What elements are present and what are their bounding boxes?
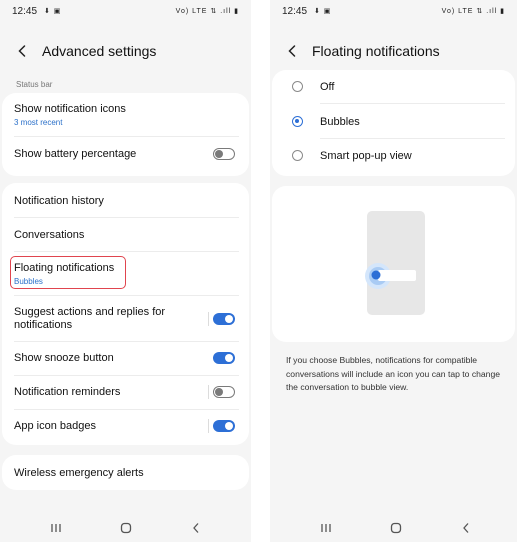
item-label: Notification history (14, 195, 104, 207)
status-system-icons: Vo) LTE ⇅ .ıll ▮ (441, 8, 505, 15)
divider (320, 138, 505, 139)
item-label-line1: Suggest actions and replies for (14, 306, 166, 318)
bubbles-description: If you choose Bubbles, notifications for… (286, 355, 501, 392)
separator-bar (208, 385, 209, 399)
radio-smart-popup[interactable] (292, 150, 303, 161)
app-header: Advanced settings (14, 40, 156, 62)
app-header: Floating notifications (284, 40, 440, 62)
navigation-bar (270, 520, 517, 536)
divider (14, 341, 239, 342)
back-arrow-icon[interactable] (284, 41, 300, 61)
advanced-settings-screen: 12:45 ⬇ ▣ Vo) LTE ⇅ .ıll ▮ Advanced sett… (0, 0, 251, 542)
wireless-emergency-alerts-item[interactable]: Wireless emergency alerts (14, 467, 237, 480)
option-bubbles[interactable]: Bubbles (320, 116, 503, 129)
status-notification-icons: ⬇ ▣ (44, 8, 62, 15)
option-off[interactable]: Off (320, 81, 503, 94)
item-label: Wireless emergency alerts (14, 467, 144, 479)
option-label: Off (320, 81, 335, 93)
page-title: Floating notifications (312, 43, 440, 59)
recents-icon[interactable] (46, 520, 66, 536)
divider (14, 375, 239, 376)
item-label: Show notification icons (14, 103, 126, 115)
item-label-line2: notifications (14, 319, 73, 331)
divider (14, 409, 239, 410)
divider (320, 103, 505, 104)
item-sublabel: 3 most recent (14, 118, 63, 127)
suggest-actions-item[interactable]: Suggest actions and replies for notifica… (14, 306, 199, 332)
divider (14, 251, 239, 252)
show-battery-percentage-item[interactable]: Show battery percentage (14, 148, 237, 161)
back-arrow-icon[interactable] (14, 41, 30, 61)
radio-off[interactable] (292, 81, 303, 92)
navigation-bar (0, 520, 251, 536)
home-icon[interactable] (386, 520, 406, 536)
item-label: Notification reminders (14, 386, 121, 398)
option-smart-popup-view[interactable]: Smart pop-up view (320, 150, 503, 163)
battery-percentage-toggle[interactable] (213, 148, 235, 160)
status-time: 12:45 (12, 6, 38, 17)
notification-settings-card: Notification history Conversations Float… (2, 183, 249, 445)
app-icon-badges-toggle[interactable] (213, 420, 235, 432)
status-bar: 12:45 ⬇ ▣ Vo) LTE ⇅ .ıll ▮ (280, 6, 507, 20)
item-label: Conversations (14, 229, 85, 241)
option-label: Smart pop-up view (320, 150, 412, 162)
show-notification-icons-item[interactable]: Show notification icons 3 most recent (14, 103, 237, 127)
conversations-item[interactable]: Conversations (14, 229, 237, 242)
page-title: Advanced settings (42, 43, 157, 59)
separator-bar (208, 419, 209, 433)
item-label: Show snooze button (14, 352, 114, 364)
option-label: Bubbles (320, 116, 360, 128)
snooze-button-toggle[interactable] (213, 352, 235, 364)
item-label: Show battery percentage (14, 148, 137, 160)
section-label-status-bar: Status bar (16, 80, 53, 89)
separator-bar (208, 312, 209, 326)
back-nav-icon[interactable] (186, 520, 206, 536)
back-nav-icon[interactable] (456, 520, 476, 536)
status-system-icons: Vo) LTE ⇅ .ıll ▮ (175, 8, 239, 15)
notification-reminders-toggle[interactable] (213, 386, 235, 398)
divider (14, 295, 239, 296)
notification-history-item[interactable]: Notification history (14, 195, 237, 208)
floating-options-card: Off Bubbles Smart pop-up view (272, 70, 515, 176)
bubble-preview-illustration (365, 211, 425, 315)
show-snooze-button-item[interactable]: Show snooze button (14, 352, 237, 365)
divider (14, 217, 239, 218)
suggest-actions-toggle[interactable] (213, 313, 235, 325)
notification-reminders-item[interactable]: Notification reminders (14, 386, 237, 399)
divider (14, 136, 239, 137)
item-label: App icon badges (14, 420, 96, 432)
radio-bubbles[interactable] (292, 116, 303, 127)
app-icon-badges-item[interactable]: App icon badges (14, 420, 237, 433)
status-notification-icons: ⬇ ▣ (314, 8, 332, 15)
floating-notifications-screen: 12:45 ⬇ ▣ Vo) LTE ⇅ .ıll ▮ Floating noti… (270, 0, 517, 542)
home-icon[interactable] (116, 520, 136, 536)
preview-card (272, 186, 515, 342)
recents-icon[interactable] (316, 520, 336, 536)
status-bar-card: Show notification icons 3 most recent Sh… (2, 93, 249, 176)
status-time: 12:45 (282, 6, 308, 17)
status-bar: 12:45 ⬇ ▣ Vo) LTE ⇅ .ıll ▮ (10, 6, 241, 20)
emergency-alerts-card: Wireless emergency alerts (2, 455, 249, 490)
highlight-box (10, 256, 126, 289)
